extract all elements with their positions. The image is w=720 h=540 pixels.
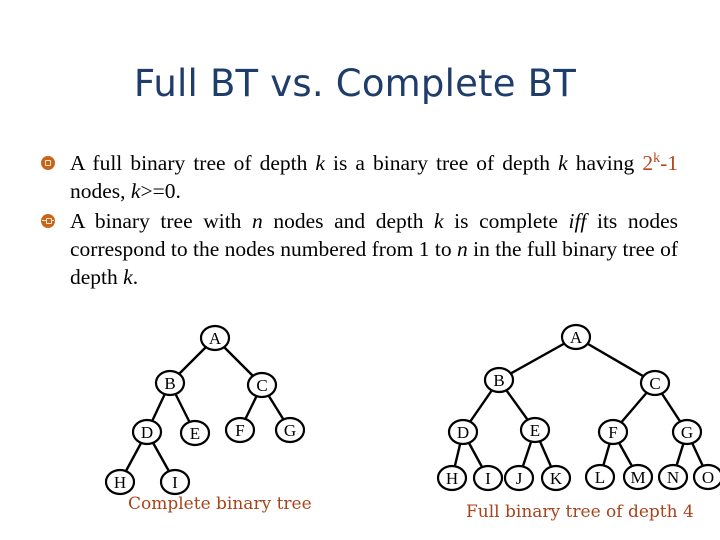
- complete-node-I: I: [159, 468, 191, 496]
- node-label: A: [209, 329, 222, 348]
- node-label: M: [630, 468, 645, 487]
- full-node-M: M: [622, 463, 654, 491]
- complete-node-C: C: [246, 371, 278, 399]
- complete-node-D: D: [131, 418, 163, 446]
- complete-binary-tree: A B C D E F G H I: [104, 324, 306, 496]
- complete-node-B: B: [154, 369, 186, 397]
- complete-node-F: F: [224, 416, 256, 444]
- node-label: I: [172, 473, 178, 492]
- tree-diagrams: A B C D E F G H I A B C D E F G H I J K L M N O: [104, 323, 720, 496]
- node-label: A: [570, 328, 583, 347]
- node-label: C: [649, 374, 660, 393]
- node-label: F: [608, 423, 617, 442]
- node-label: C: [256, 376, 267, 395]
- full-node-O: O: [692, 463, 720, 491]
- node-label: D: [141, 423, 153, 442]
- node-label: E: [530, 421, 540, 440]
- node-label: K: [550, 469, 563, 488]
- node-label: H: [446, 469, 458, 488]
- complete-node-H: H: [104, 468, 136, 496]
- node-label: F: [235, 421, 244, 440]
- full-tree-caption: Full binary tree of depth 4: [466, 502, 694, 522]
- node-label: H: [114, 473, 126, 492]
- full-node-F: F: [597, 418, 629, 446]
- full-node-H: H: [436, 464, 468, 492]
- node-label: G: [681, 423, 693, 442]
- full-node-N: N: [657, 463, 689, 491]
- node-label: J: [516, 469, 523, 488]
- full-node-L: L: [584, 463, 616, 491]
- full-node-D: D: [447, 418, 479, 446]
- node-label: O: [702, 468, 714, 487]
- complete-tree-caption: Complete binary tree: [128, 494, 312, 514]
- node-label: L: [595, 468, 605, 487]
- full-node-J: J: [503, 464, 535, 492]
- full-node-I: I: [472, 464, 504, 492]
- node-label: I: [485, 469, 491, 488]
- node-label: D: [457, 423, 469, 442]
- full-node-E: E: [519, 416, 551, 444]
- node-label: N: [667, 468, 679, 487]
- node-label: B: [493, 371, 504, 390]
- complete-node-A: A: [199, 324, 231, 352]
- full-binary-tree: A B C D E F G H I J K L M N O: [436, 323, 720, 492]
- full-node-G: G: [671, 418, 703, 446]
- full-node-C: C: [639, 369, 671, 397]
- complete-node-E: E: [179, 419, 211, 447]
- complete-node-G: G: [274, 416, 306, 444]
- node-label: E: [190, 424, 200, 443]
- node-label: G: [284, 421, 296, 440]
- full-node-A: A: [560, 323, 592, 351]
- node-label: B: [164, 374, 175, 393]
- full-node-K: K: [540, 464, 572, 492]
- full-node-B: B: [483, 366, 515, 394]
